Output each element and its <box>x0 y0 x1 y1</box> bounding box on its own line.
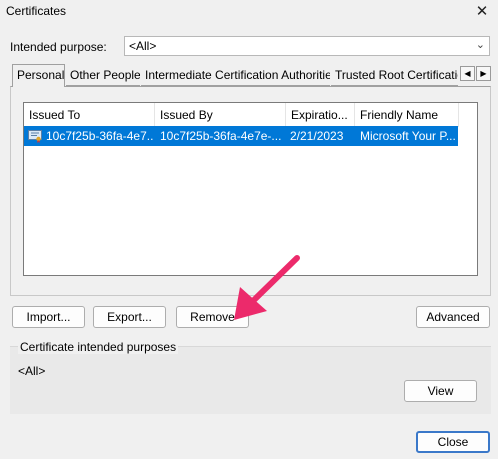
annotation-arrow-icon <box>234 255 300 320</box>
tab-personal[interactable]: Personal <box>12 64 65 87</box>
